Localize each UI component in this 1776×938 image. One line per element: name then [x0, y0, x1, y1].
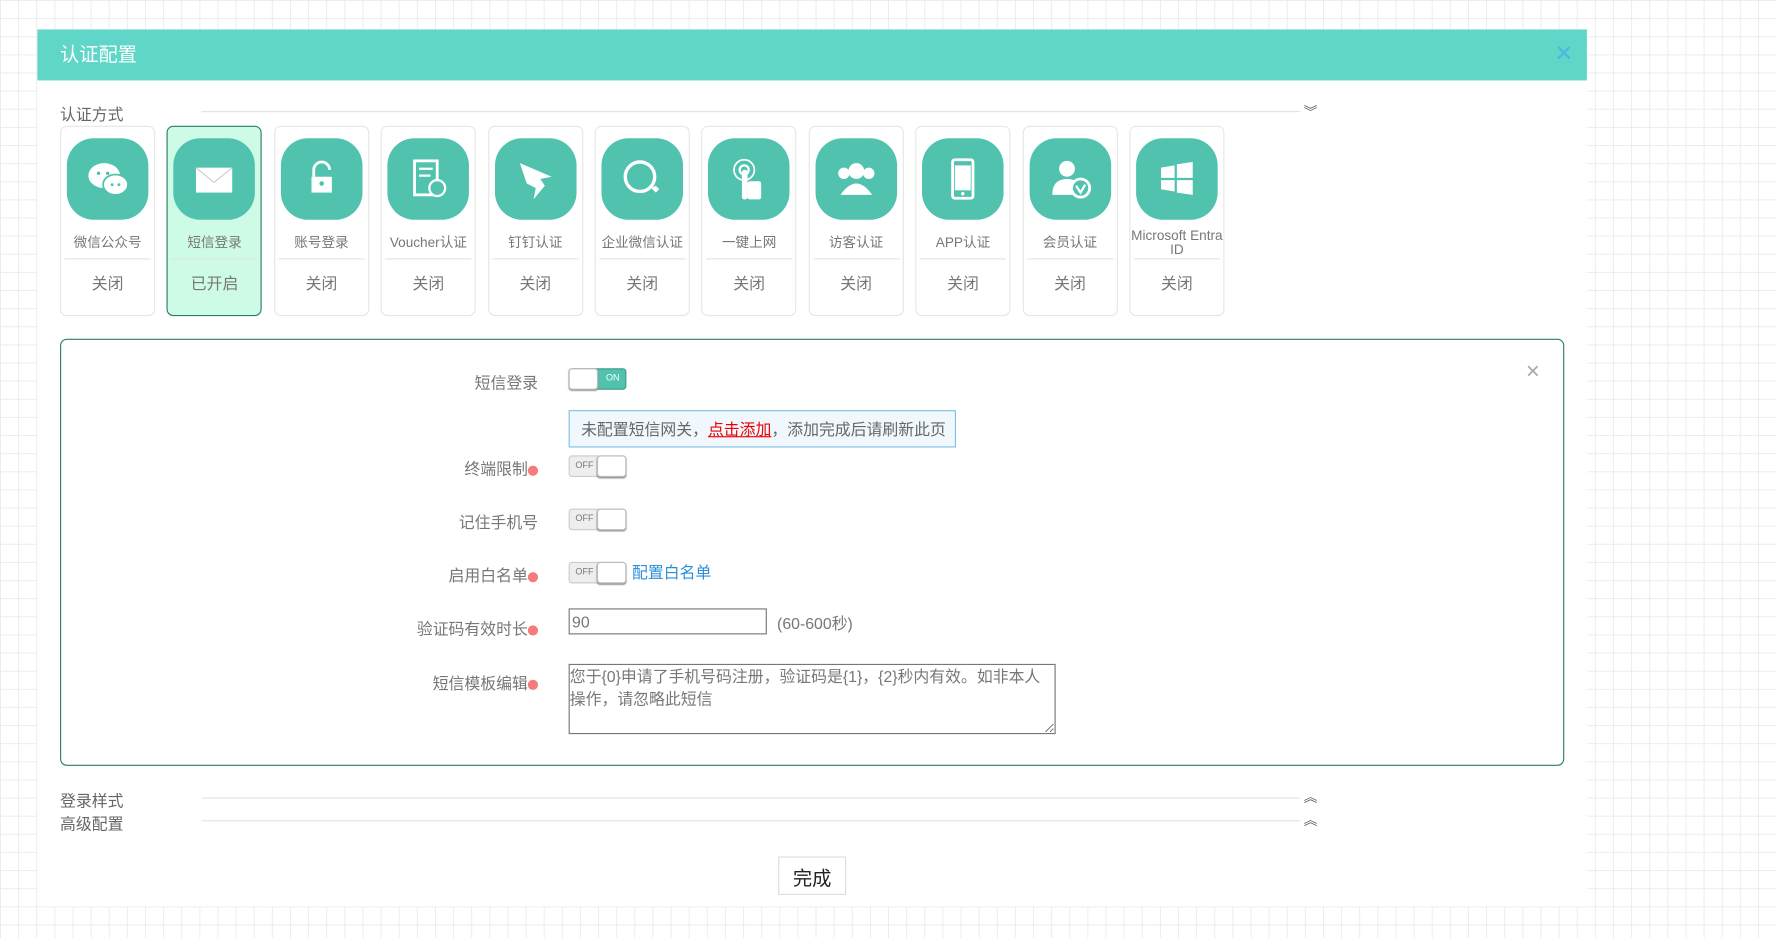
auth-method-label: 账号登录	[294, 234, 349, 251]
whitelist-toggle[interactable]: OFF	[568, 561, 627, 584]
terminal-limit-toggle[interactable]: OFF	[568, 455, 627, 477]
add-gateway-link[interactable]: 点击添加	[708, 420, 771, 438]
sms-config-panel: ✕ 短信登录 ON 未配置短信网关，点击添加，添加完成后请刷新此页 终端限制 O…	[60, 338, 1565, 766]
envelope-icon	[173, 138, 256, 220]
auth-method-card[interactable]: 微信公众号 关闭	[60, 125, 156, 317]
close-icon[interactable]: ✕	[1525, 360, 1540, 383]
auth-method-card[interactable]: 会员认证 关闭	[1022, 125, 1118, 317]
divider	[813, 258, 900, 260]
remember-phone-label: 记住手机号	[458, 513, 539, 532]
auth-config-dialog: 认证配置 ✕ 认证方式 ︾ 微信公众号 关闭 短信登录 已开启 账号登录 关闭 Vouche…	[37, 29, 1587, 907]
auth-method-label: 微信公众号	[73, 234, 142, 251]
configure-whitelist-link[interactable]: 配置白名单	[632, 561, 711, 584]
chevron-down-icon[interactable]: ︾	[1304, 102, 1318, 121]
auth-method-label: 钉钉认证	[508, 234, 563, 251]
auth-method-card[interactable]: 一键上网 关闭	[701, 125, 797, 317]
close-icon[interactable]: ✕	[1554, 29, 1573, 80]
info-icon[interactable]	[527, 679, 539, 690]
windows-icon	[1136, 138, 1218, 220]
remember-phone-toggle[interactable]: OFF	[568, 508, 627, 531]
divider	[64, 258, 151, 260]
auth-method-card[interactable]: 企业微信认证 关闭	[594, 125, 690, 317]
sms-login-label: 短信登录	[474, 373, 539, 392]
divider	[278, 258, 365, 260]
section-login-style[interactable]: 登录样式	[60, 790, 123, 813]
template-label: 短信模板编辑	[433, 672, 539, 695]
auth-method-label: 会员认证	[1042, 234, 1098, 251]
terminal-limit-label: 终端限制	[464, 458, 539, 481]
member-icon	[1029, 138, 1111, 220]
auth-method-card[interactable]: 访客认证 关闭	[808, 125, 904, 317]
divider	[1133, 258, 1220, 260]
divider	[919, 258, 1007, 260]
auth-method-card[interactable]: 短信登录 已开启	[166, 125, 263, 317]
wecom-icon	[601, 138, 684, 220]
info-icon[interactable]	[527, 625, 539, 636]
chevron-up-icon[interactable]: ︽	[1304, 810, 1318, 829]
auth-method-label: 访客认证	[828, 234, 884, 251]
dialog-header: 认证配置 ✕	[37, 29, 1587, 81]
auth-method-label: 短信登录	[187, 234, 242, 251]
code-validity-hint: (60-600秒)	[777, 614, 853, 633]
info-icon[interactable]	[527, 572, 539, 583]
phone-icon	[922, 138, 1004, 220]
auth-method-status: 关闭	[626, 274, 659, 293]
divider	[1026, 258, 1113, 260]
code-validity-input[interactable]	[568, 608, 767, 635]
auth-method-status: 关闭	[519, 274, 552, 293]
section-advanced[interactable]: 高级配置	[60, 812, 123, 835]
auth-method-label: 一键上网	[721, 234, 777, 251]
auth-method-card[interactable]: APP认证关闭	[915, 125, 1011, 317]
divider	[492, 258, 579, 260]
auth-method-status: 关闭	[733, 274, 766, 293]
auth-method-label: Voucher认证	[389, 234, 467, 251]
template-textarea[interactable]: 您于{0}申请了手机号码注册，验证码是{1}，{2}秒内有效。如非本人操作，请忽…	[568, 663, 1056, 735]
sms-login-toggle[interactable]: ON	[568, 368, 627, 390]
auth-method-card[interactable]: Microsoft Entra ID 关闭	[1129, 125, 1225, 317]
done-button[interactable]: 完成	[778, 856, 847, 895]
divider	[599, 258, 686, 260]
divider	[201, 820, 1301, 822]
auth-method-label: APP认证	[935, 234, 991, 251]
auth-method-status: 已开启	[190, 274, 239, 293]
auth-method-card[interactable]: Voucher认证 关闭	[380, 125, 476, 317]
wechat-icon	[66, 138, 149, 220]
code-validity-label: 验证码有效时长	[417, 617, 539, 640]
divider	[385, 258, 472, 260]
auth-method-status: 关闭	[412, 274, 445, 293]
visitors-icon	[815, 138, 897, 220]
divider	[171, 258, 258, 260]
auth-method-status: 关闭	[1054, 274, 1086, 293]
auth-method-status: 关闭	[91, 274, 124, 293]
section-auth-methods[interactable]: 认证方式	[60, 103, 123, 126]
auth-method-label: 企业微信认证	[601, 234, 684, 251]
auth-method-status: 关闭	[947, 274, 979, 293]
whitelist-label: 启用白名单	[449, 564, 539, 587]
auth-method-status: 关闭	[305, 274, 338, 293]
divider	[706, 258, 793, 260]
auth-method-label: Microsoft Entra ID	[1131, 227, 1223, 258]
gateway-notice: 未配置短信网关，点击添加，添加完成后请刷新此页	[568, 410, 956, 448]
auth-method-status: 关闭	[840, 274, 872, 293]
info-icon[interactable]	[527, 465, 539, 476]
divider	[201, 111, 1301, 113]
voucher-icon	[387, 138, 470, 220]
dialog-title: 认证配置	[60, 44, 138, 66]
divider	[201, 797, 1301, 799]
auth-method-status: 关闭	[1161, 274, 1193, 293]
lock-icon	[280, 138, 363, 220]
auth-method-card[interactable]: 账号登录 关闭	[273, 125, 370, 317]
dingtalk-icon	[494, 138, 577, 220]
auth-method-card[interactable]: 钉钉认证 关闭	[487, 125, 583, 317]
chevron-up-icon[interactable]: ︽	[1304, 787, 1318, 806]
tap-icon	[708, 138, 790, 220]
